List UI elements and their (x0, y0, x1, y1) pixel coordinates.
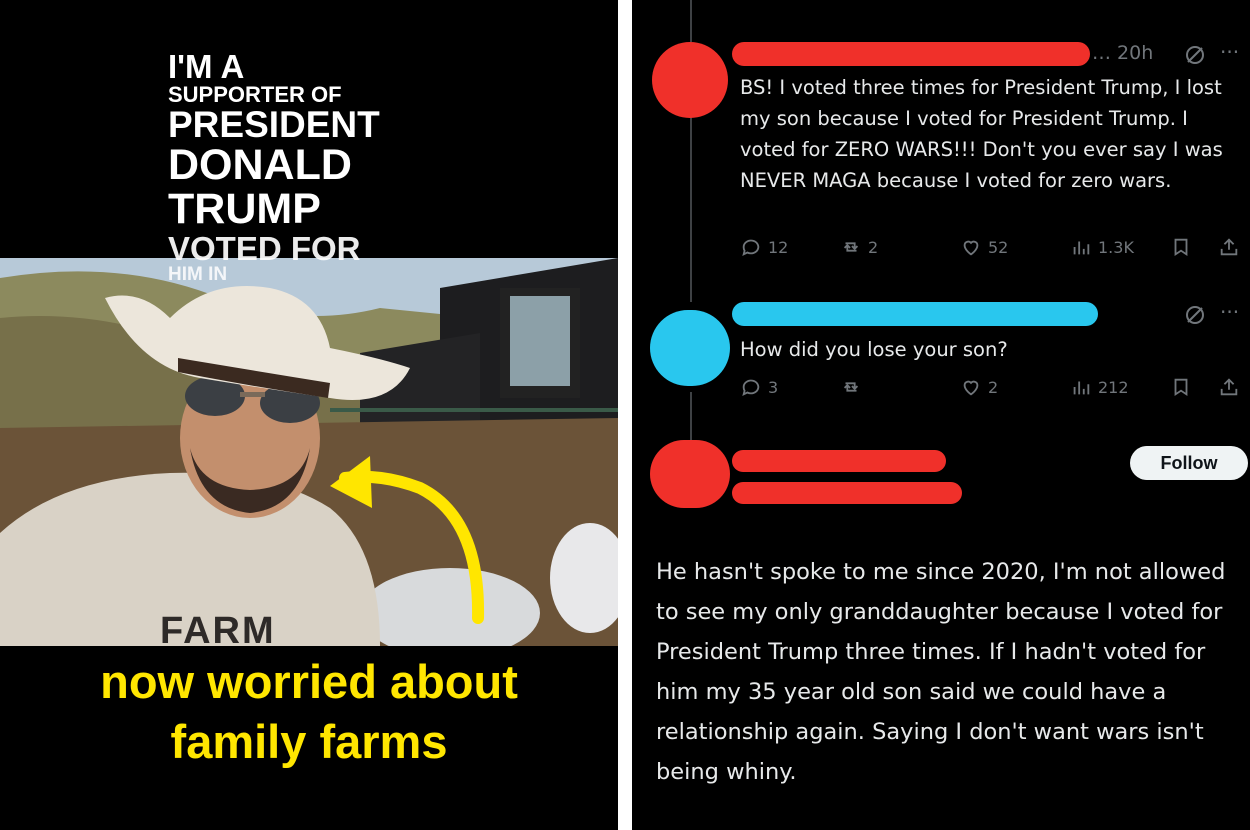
like-count: 52 (988, 237, 1009, 257)
redacted-avatar[interactable] (650, 310, 730, 386)
like-button[interactable]: 52 (960, 236, 1008, 258)
views-button[interactable]: 212 (1070, 376, 1129, 398)
redacted-display-name[interactable] (732, 450, 946, 472)
reply-1-text: BS! I voted three times for President Tr… (740, 76, 1223, 192)
shirt-logo-text: FARM (160, 610, 276, 646)
views-icon (1073, 241, 1090, 255)
grok-icon[interactable] (1184, 304, 1206, 326)
views-count: 212 (1098, 377, 1129, 397)
repost-button[interactable]: 2 (840, 236, 878, 258)
grok-icon[interactable] (1184, 44, 1206, 66)
reply-1-time: 20h (1117, 42, 1154, 64)
like-button[interactable]: 2 (960, 376, 998, 398)
share-button[interactable] (1218, 376, 1240, 398)
bookmark-button[interactable] (1170, 376, 1192, 398)
caption: now worried about family farms (0, 652, 618, 772)
reply-button[interactable]: 12 (740, 236, 788, 258)
reply-3-text: He hasn't spoke to me since 2020, I'm no… (656, 559, 1226, 785)
bookmark-icon (1174, 238, 1188, 257)
thread-line (690, 0, 692, 42)
bookmark-button[interactable] (1170, 236, 1192, 258)
redacted-username[interactable] (732, 42, 1090, 66)
panel-divider (618, 0, 632, 830)
overlay-title-line: TRUMP (168, 184, 321, 233)
bookmark-icon (1174, 378, 1188, 397)
follow-button[interactable]: Follow (1130, 446, 1248, 480)
reply-icon (742, 379, 760, 397)
heart-icon (963, 240, 979, 256)
overlay-title-line: DONALD (168, 140, 352, 189)
overlay-title-line: VOTED FOR (168, 229, 361, 267)
heart-icon (963, 380, 979, 396)
right-reply-thread: … 20h ··· BS! I voted three times for Pr… (632, 0, 1250, 830)
reply-1-meta: … 20h (1092, 42, 1154, 64)
views-button[interactable]: 1.3K (1070, 236, 1134, 258)
redacted-username[interactable] (732, 302, 1098, 326)
more-options-icon[interactable]: ··· (1220, 300, 1239, 324)
reply-2-actions: 3 2 212 (740, 376, 1250, 402)
overlay-title-line: PRESIDENT (168, 104, 380, 146)
overlay-title-line: I'M A (168, 48, 245, 85)
overlay-title-line: HIM IN (168, 264, 228, 286)
reply-1-actions: 12 2 52 1.3K (740, 236, 1250, 262)
farm-selfie-photo: FARM (0, 258, 618, 646)
redacted-avatar[interactable] (652, 42, 728, 118)
reply-button[interactable]: 3 (740, 376, 778, 398)
photo-scene (0, 258, 618, 646)
like-count: 2 (988, 377, 999, 397)
caption-line: now worried about (100, 655, 518, 708)
reply-2-text: How did you lose your son? (740, 338, 1008, 361)
redacted-handle[interactable] (732, 482, 962, 504)
share-button[interactable] (1218, 236, 1240, 258)
left-video-frame: FARM I'M A SUPPORTER OF PRESIDENT DONALD… (0, 0, 618, 830)
caption-line: family farms (170, 715, 448, 768)
more-options-icon[interactable]: ··· (1220, 40, 1239, 64)
repost-icon (843, 382, 859, 392)
share-icon (1220, 238, 1238, 256)
thread-line (690, 392, 692, 442)
reply-icon (742, 239, 760, 257)
reply-count: 12 (768, 237, 789, 257)
share-icon (1220, 378, 1238, 396)
repost-icon (843, 242, 859, 252)
views-icon (1073, 381, 1090, 395)
repost-count: 2 (868, 237, 879, 257)
overlay-title-line: SUPPORTER OF (168, 81, 342, 107)
thread-line (690, 112, 692, 302)
overlay-title: I'M A SUPPORTER OF PRESIDENT DONALD TRUM… (168, 50, 468, 285)
reply-count: 3 (768, 377, 779, 397)
redacted-avatar[interactable] (650, 440, 730, 508)
views-count: 1.3K (1098, 237, 1134, 257)
repost-button[interactable] (840, 376, 868, 398)
